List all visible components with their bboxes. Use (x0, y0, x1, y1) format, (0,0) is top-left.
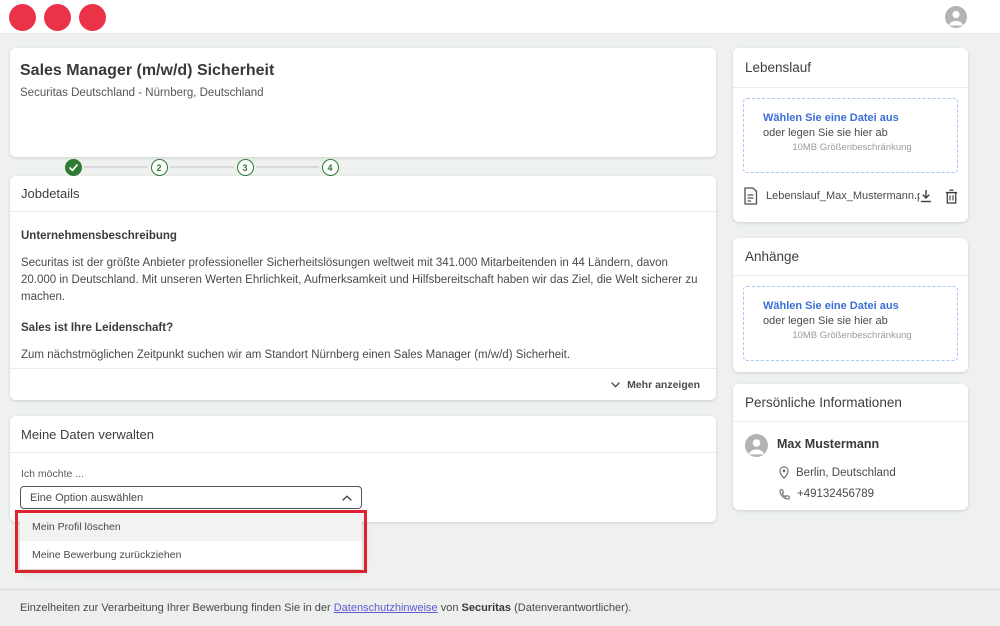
manage-data-card-title: Meine Daten verwalten (10, 416, 716, 453)
select-value: Eine Option auswählen (30, 492, 342, 504)
footer-text: von (438, 602, 462, 614)
step-circle-angebot: 4 (322, 159, 339, 176)
applicant-phone-row: +49132456789 (779, 488, 956, 500)
step-circle-in-beurteilung: 2 (151, 159, 168, 176)
personal-info-body: Max Mustermann Berlin, Deutschland +4913… (733, 422, 968, 512)
logo-dot-icon (9, 4, 36, 31)
resume-card: Lebenslauf Wählen Sie eine Datei aus ode… (733, 48, 968, 222)
user-avatar[interactable] (945, 6, 967, 28)
action-select[interactable]: Eine Option auswählen (20, 486, 362, 509)
resume-file-name: Lebenslauf_Max_Mustermann.pdf (766, 190, 920, 202)
step-connector (170, 166, 234, 168)
passion-heading: Sales ist Ihre Leidenschaft? (21, 320, 705, 337)
passion-text: Zum nächstmöglichen Zeitpunkt suchen wir… (21, 347, 705, 364)
step-connector (256, 166, 319, 168)
footer-company: Securitas (462, 602, 512, 614)
applicant-avatar (745, 434, 768, 457)
company-location: Securitas Deutschland - Nürnberg, Deutsc… (20, 87, 706, 99)
drop-hint: oder legen Sie sie hier ab (763, 315, 957, 327)
footer-text: Einzelheiten zur Verarbeitung Ihrer Bewe… (20, 602, 334, 614)
attachments-card: Anhänge Wählen Sie eine Datei aus oder l… (733, 238, 968, 372)
option-delete-profile[interactable]: Mein Profil löschen (20, 513, 362, 541)
privacy-footer: Einzelheiten zur Verarbeitung Ihrer Bewe… (0, 589, 1000, 626)
download-button[interactable] (920, 189, 932, 203)
attachments-dropzone[interactable]: Wählen Sie eine Datei aus oder legen Sie… (743, 286, 958, 361)
applicant-location-row: Berlin, Deutschland (779, 466, 956, 479)
select-label: Ich möchte ... (21, 468, 84, 480)
chevron-down-icon (611, 382, 620, 388)
resume-dropzone[interactable]: Wählen Sie eine Datei aus oder legen Sie… (743, 98, 958, 173)
applicant-location: Berlin, Deutschland (796, 467, 896, 479)
show-more-button[interactable]: Mehr anzeigen (10, 368, 716, 400)
company-description-heading: Unternehmensbeschreibung (21, 228, 705, 245)
page-title: Sales Manager (m/w/d) Sicherheit (20, 62, 706, 80)
phone-icon (779, 489, 790, 500)
job-header-card: Sales Manager (m/w/d) Sicherheit Securit… (10, 48, 716, 157)
location-pin-icon (779, 466, 789, 479)
footer-text: (Datenverantwortlicher). (511, 602, 631, 614)
show-more-label: Mehr anzeigen (627, 379, 700, 391)
chevron-up-icon (342, 495, 352, 501)
step-number: 3 (242, 163, 247, 173)
attachments-card-title: Anhänge (733, 238, 968, 276)
size-limit-hint: 10MB Größenbeschränkung (763, 330, 957, 341)
logo-dot-icon (44, 4, 71, 31)
step-connector (84, 166, 148, 168)
step-circle-bewerbungsgespraech: 3 (237, 159, 254, 176)
applicant-phone: +49132456789 (797, 488, 874, 500)
choose-file-link[interactable]: Wählen Sie eine Datei aus (763, 300, 957, 312)
manage-data-card: Meine Daten verwalten Ich möchte ... Ein… (10, 416, 716, 522)
jobdetails-card-title: Jobdetails (10, 176, 716, 212)
securitas-logo (9, 4, 106, 31)
option-withdraw-application[interactable]: Meine Bewerbung zurückziehen (20, 541, 362, 569)
applicant-name: Max Mustermann (777, 437, 879, 457)
choose-file-link[interactable]: Wählen Sie eine Datei aus (763, 112, 957, 124)
trash-icon (945, 189, 958, 204)
resume-file-row: Lebenslauf_Max_Mustermann.pdf (743, 182, 958, 210)
jobdetails-body: Unternehmensbeschreibung Securitas ist d… (10, 212, 716, 368)
size-limit-hint: 10MB Größenbeschränkung (763, 142, 957, 153)
step-number: 2 (156, 163, 161, 173)
step-number: 4 (327, 163, 332, 173)
check-icon (69, 164, 78, 172)
delete-file-button[interactable] (945, 189, 958, 204)
company-description-text: Securitas ist der größte Anbieter profes… (21, 255, 705, 306)
jobdetails-card: Jobdetails Unternehmensbeschreibung Secu… (10, 176, 716, 400)
step-circle-neu (65, 159, 82, 176)
download-icon (920, 189, 932, 203)
logo-dot-icon (79, 4, 106, 31)
document-icon (743, 187, 758, 205)
privacy-policy-link[interactable]: Datenschutzhinweise (334, 602, 438, 614)
person-icon (945, 6, 967, 28)
top-bar (0, 0, 1000, 34)
personal-info-card-title: Persönliche Informationen (733, 384, 968, 422)
personal-info-card: Persönliche Informationen Max Mustermann… (733, 384, 968, 510)
resume-card-title: Lebenslauf (733, 48, 968, 88)
drop-hint: oder legen Sie sie hier ab (763, 127, 957, 139)
action-select-dropdown: Mein Profil löschen Meine Bewerbung zurü… (20, 513, 362, 569)
